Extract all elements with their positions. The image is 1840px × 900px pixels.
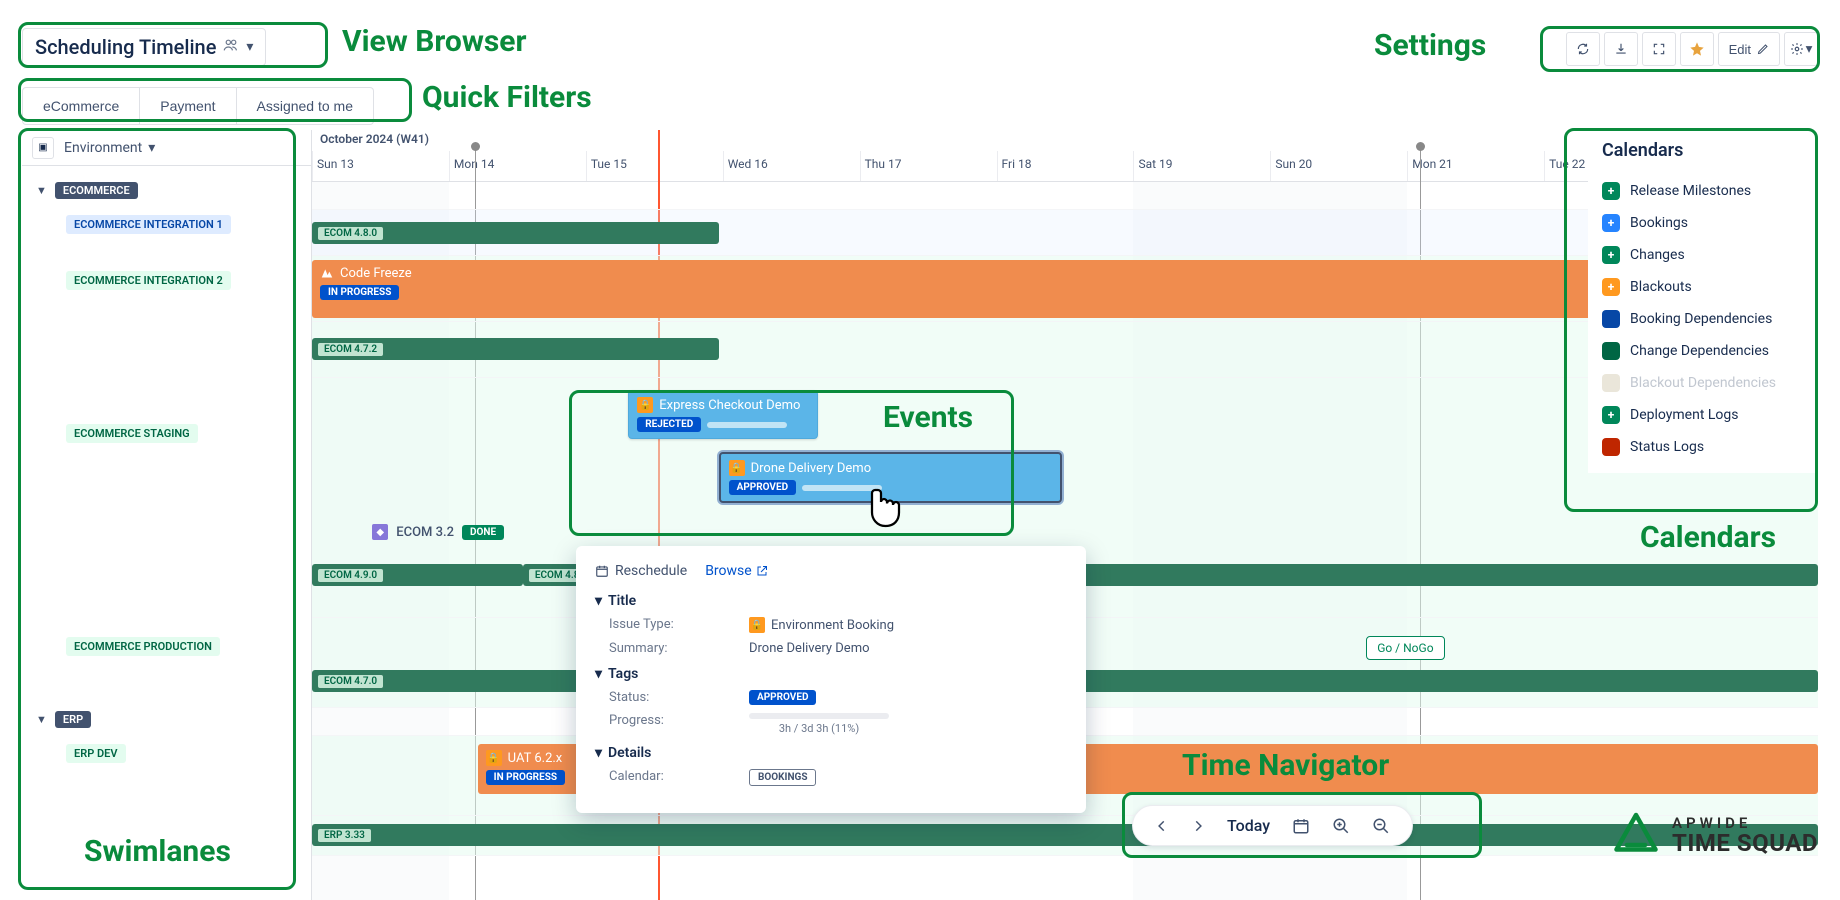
today-button[interactable]: Today: [1227, 816, 1270, 835]
lock-icon: 🔒: [637, 397, 653, 413]
calendar-item[interactable]: Booking Dependencies: [1602, 303, 1804, 335]
annot-view-browser: View Browser: [342, 24, 526, 59]
edit-button[interactable]: Edit: [1718, 32, 1780, 66]
milestone-go-nogo[interactable]: Go / NoGo: [1366, 636, 1444, 660]
env-ecom-int1[interactable]: ECOMMERCE INTEGRATION 1: [66, 215, 231, 234]
filter-payment[interactable]: Payment: [140, 87, 236, 125]
section-title: ▾Title: [595, 593, 1067, 609]
group-erp[interactable]: ERP: [55, 711, 91, 728]
plus-icon: +: [1602, 246, 1620, 264]
time-navigator: Today: [1132, 805, 1413, 846]
group-ecommerce[interactable]: ECOMMERCE: [55, 182, 138, 199]
calendar-item[interactable]: + Bookings: [1602, 207, 1804, 239]
nav-prev-button[interactable]: [1155, 819, 1169, 833]
calendar-item[interactable]: + Blackouts: [1602, 271, 1804, 303]
lock-icon: 🔒: [486, 750, 502, 766]
browse-link[interactable]: Browse: [705, 563, 767, 579]
calendar-item-label: Change Dependencies: [1630, 343, 1769, 359]
event-erp333[interactable]: ERP 3.33: [312, 824, 1818, 846]
env-ecom-staging[interactable]: ECOMMERCE STAGING: [66, 424, 198, 443]
event-ecom32[interactable]: ◆ ECOM 3.2 DONE: [372, 524, 504, 540]
calendar-item[interactable]: + Release Milestones: [1602, 175, 1804, 207]
color-swatch: [1602, 310, 1620, 328]
color-swatch: [1602, 374, 1620, 392]
filter-assigned[interactable]: Assigned to me: [237, 87, 375, 125]
section-tags: ▾Tags: [595, 666, 1067, 682]
calendar-item[interactable]: + Deployment Logs: [1602, 399, 1804, 431]
refresh-button[interactable]: [1566, 32, 1600, 66]
calendars-title: Calendars: [1602, 140, 1804, 161]
calendar-item-label: Status Logs: [1630, 439, 1704, 455]
event-express-checkout[interactable]: 🔒Express Checkout Demo REJECTED: [628, 390, 818, 439]
calendar-item[interactable]: Blackout Dependencies: [1602, 367, 1804, 399]
plus-icon: +: [1602, 214, 1620, 232]
chevron-down-icon: ▾: [246, 39, 253, 55]
collapse-all-button[interactable]: ▣: [32, 137, 54, 159]
lock-icon: 🔒: [729, 460, 745, 476]
env-ecom-int2[interactable]: ECOMMERCE INTEGRATION 2: [66, 271, 231, 290]
color-swatch: [1602, 438, 1620, 456]
plus-icon: +: [1602, 182, 1620, 200]
section-details: ▾Details: [595, 745, 1067, 761]
toolbar: Edit ▾: [1566, 32, 1818, 66]
calendar-item-label: Blackouts: [1630, 279, 1692, 295]
event-ecom480[interactable]: ECOM 4.8.0: [312, 222, 719, 244]
datepicker-button[interactable]: [1292, 817, 1310, 835]
calendar-item-label: Blackout Dependencies: [1630, 375, 1776, 391]
swimlane-sidebar: ▣ Environment▾ ▼ ECOMMERCE ECOMMERCE INT…: [22, 130, 312, 900]
calendar-item-label: Release Milestones: [1630, 183, 1751, 199]
lock-icon: 🔒: [749, 617, 765, 633]
plus-icon: +: [1602, 278, 1620, 296]
env-ecom-prod[interactable]: ECOMMERCE PRODUCTION: [66, 637, 220, 656]
settings-gear-button[interactable]: ▾: [1784, 32, 1818, 66]
change-icon: ◆: [372, 524, 388, 540]
calendar-item-label: Booking Dependencies: [1630, 311, 1772, 327]
brand-logo: APWIDE TIME SQUAD: [1612, 812, 1818, 860]
view-browser-title: Scheduling Timeline: [35, 35, 216, 59]
zoom-out-button[interactable]: [1372, 817, 1390, 835]
fullscreen-button[interactable]: [1642, 32, 1676, 66]
timeline-month-label: October 2024 (W41): [320, 132, 429, 146]
favorite-button[interactable]: [1680, 32, 1714, 66]
collapse-group-icon[interactable]: ▼: [36, 713, 47, 726]
plus-icon: +: [1602, 406, 1620, 424]
quick-filters: eCommerce Payment Assigned to me: [22, 87, 374, 125]
calendars-panel: Calendars + Release Milestones + Bookings + C…: [1588, 130, 1818, 473]
env-erp-dev[interactable]: ERP DEV: [66, 744, 126, 763]
zoom-in-button[interactable]: [1332, 817, 1350, 835]
event-ecom490[interactable]: ECOM 4.9.0: [312, 564, 523, 586]
view-browser-dropdown[interactable]: Scheduling Timeline ▾: [22, 28, 266, 66]
calendar-item[interactable]: Change Dependencies: [1602, 335, 1804, 367]
calendar-item-label: Changes: [1630, 247, 1685, 263]
event-drone-delivery[interactable]: 🔒Drone Delivery Demo APPROVED: [719, 452, 1062, 503]
color-swatch: [1602, 342, 1620, 360]
filter-ecommerce[interactable]: eCommerce: [22, 87, 140, 125]
calendar-item[interactable]: Status Logs: [1602, 431, 1804, 463]
annot-settings: Settings: [1374, 28, 1486, 63]
collapse-group-icon[interactable]: ▼: [36, 184, 47, 197]
reschedule-button[interactable]: Reschedule: [595, 563, 687, 579]
calendar-item-label: Bookings: [1630, 215, 1688, 231]
event-ecom472[interactable]: ECOM 4.7.2: [312, 338, 719, 360]
event-details-popover: Reschedule Browse ▾Title Issue Type:🔒Env…: [576, 546, 1086, 813]
nav-next-button[interactable]: [1191, 819, 1205, 833]
calendar-item[interactable]: + Changes: [1602, 239, 1804, 271]
shared-icon: [222, 37, 240, 57]
download-button[interactable]: [1604, 32, 1638, 66]
calendar-item-label: Deployment Logs: [1630, 407, 1738, 423]
group-by-dropdown[interactable]: Environment▾: [64, 140, 155, 156]
annot-quick-filters: Quick Filters: [422, 80, 592, 115]
